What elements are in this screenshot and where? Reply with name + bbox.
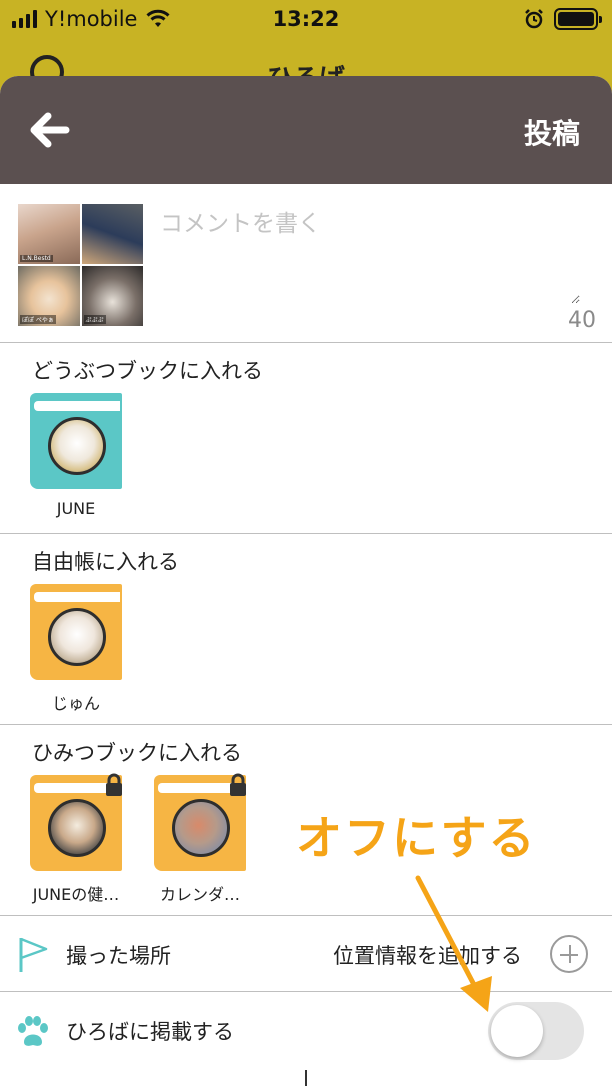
book-cover-photo bbox=[48, 417, 106, 475]
lock-icon bbox=[106, 773, 122, 796]
free-book-section: 自由帳に入れる じゅん bbox=[0, 534, 612, 725]
post-sheet: 投稿 L.N.Bestd ぽぽ ぺやぁ ぷぷぷ 40 どうぶつブックに入れる bbox=[0, 76, 612, 1086]
status-right bbox=[524, 8, 602, 30]
back-button[interactable] bbox=[26, 106, 74, 154]
status-time: 13:22 bbox=[272, 7, 340, 31]
book-item-calendar[interactable] bbox=[154, 773, 250, 871]
post-button[interactable]: 投稿 bbox=[524, 112, 580, 152]
comment-area: L.N.Bestd ぽぽ ぺやぁ ぷぷぷ 40 bbox=[0, 184, 612, 343]
book-label: JUNE bbox=[56, 499, 96, 518]
flag-icon bbox=[19, 937, 48, 972]
section-title: どうぶつブックに入れる bbox=[32, 359, 263, 383]
location-row: 撮った場所 位置情報を追加する bbox=[0, 916, 612, 992]
plaza-label: ひろばに掲載する bbox=[66, 1020, 234, 1044]
photo-thumbnail: ぷぷぷ bbox=[81, 266, 143, 326]
photo-thumbnail bbox=[81, 204, 143, 264]
battery-icon bbox=[554, 8, 602, 30]
char-count: 40 bbox=[568, 308, 596, 333]
photo-thumbnail: ぽぽ ぺやぁ bbox=[18, 266, 80, 326]
arrow-left-icon bbox=[30, 112, 70, 148]
annotation-arrow-icon bbox=[415, 875, 492, 1012]
status-bar: Y!mobile 13:22 bbox=[0, 0, 612, 40]
book-label: カレンダ… bbox=[159, 885, 240, 904]
book-cover-photo bbox=[48, 608, 106, 666]
book-cover-photo bbox=[48, 799, 106, 857]
photo-thumbnail: L.N.Bestd bbox=[18, 204, 80, 264]
book-label: JUNEの健… bbox=[32, 885, 120, 904]
animal-book-section: どうぶつブックに入れる JUNE bbox=[0, 343, 612, 534]
comment-input[interactable] bbox=[160, 204, 580, 304]
book-item-jun[interactable] bbox=[30, 584, 126, 680]
book-item-june-health[interactable] bbox=[30, 773, 126, 871]
section-title: ひみつブックに入れる bbox=[32, 741, 242, 765]
nav-bar: 投稿 bbox=[0, 76, 612, 184]
section-title: 自由帳に入れる bbox=[32, 550, 179, 574]
thumbnail-tag: L.N.Bestd bbox=[20, 255, 53, 262]
book-item-june[interactable] bbox=[30, 393, 126, 489]
thumbnail-tag: ぷぷぷ bbox=[83, 315, 106, 324]
paw-icon bbox=[18, 1016, 48, 1046]
book-cover-photo bbox=[172, 799, 230, 857]
book-label: じゅん bbox=[51, 694, 100, 713]
lock-icon bbox=[230, 773, 246, 796]
annotation-text: オフにする bbox=[296, 811, 537, 865]
add-location-button[interactable] bbox=[550, 935, 588, 973]
home-indicator bbox=[305, 1070, 307, 1086]
photo-thumbnails[interactable]: L.N.Bestd ぽぽ ぺやぁ ぷぷぷ bbox=[18, 204, 143, 326]
thumbnail-tag: ぽぽ ぺやぁ bbox=[20, 315, 56, 324]
alarm-icon bbox=[525, 9, 543, 29]
location-label: 撮った場所 bbox=[66, 944, 171, 968]
